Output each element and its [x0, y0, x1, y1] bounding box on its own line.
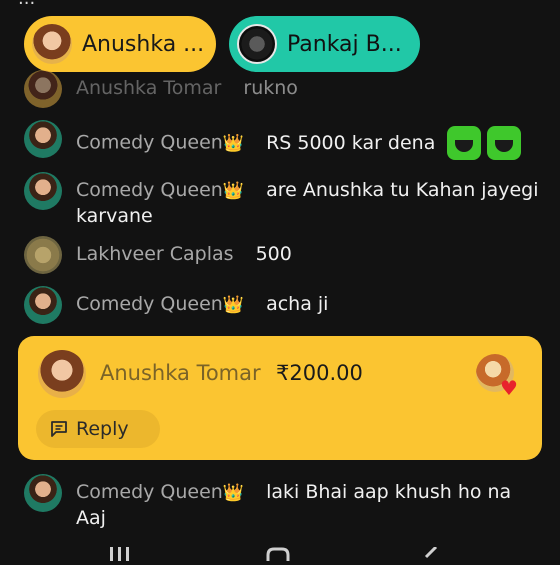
avatar [24, 474, 62, 512]
chat-username[interactable]: Lakhveer Caplas [76, 243, 234, 265]
partial-header-text: ... [18, 0, 35, 8]
chat-text: 500 [255, 243, 292, 265]
chat-message: Comedy Queen👑 laki Bhai aap khush ho na … [24, 474, 546, 531]
user-pill-anushka[interactable]: Anushka ... [24, 16, 216, 72]
user-pill-name: Pankaj B... [287, 31, 402, 57]
crown-icon: 👑 [222, 181, 245, 201]
avatar [24, 172, 62, 210]
chat-message: Comedy Queen👑 are Anushka tu Kahan jayeg… [24, 172, 546, 229]
user-avatar [237, 24, 277, 64]
laughing-emoji-icon [447, 126, 482, 160]
chat-username[interactable]: Comedy Queen [76, 293, 223, 315]
chat-username[interactable]: Anushka Tomar [76, 77, 221, 99]
reply-button[interactable]: Reply [36, 410, 160, 448]
chat-username[interactable]: Comedy Queen [76, 132, 223, 154]
chat-text: RS 5000 kar dena [266, 131, 436, 154]
crown-icon: 👑 [222, 133, 245, 154]
chat-message: Lakhveer Caplas 500 [24, 236, 546, 274]
chat-message: Anushka Tomar rukno [24, 70, 546, 108]
avatar [24, 120, 62, 158]
avatar [24, 286, 62, 324]
tip-card: Anushka Tomar ₹200.00 ♥ Reply [18, 336, 542, 460]
avatar [38, 350, 86, 398]
reply-label: Reply [76, 418, 129, 440]
user-avatar [32, 24, 72, 64]
chat-username[interactable]: Comedy Queen [76, 179, 223, 201]
chat-message: Comedy Queen👑 acha ji [24, 286, 546, 324]
home-icon[interactable] [264, 546, 292, 565]
crown-icon: 👑 [222, 483, 245, 503]
recent-apps-icon[interactable] [108, 546, 132, 565]
chat-text: acha ji [266, 293, 329, 315]
chat-text: rukno [243, 77, 298, 99]
tip-amount: ₹200.00 [276, 361, 363, 385]
laughing-emoji-icon [487, 126, 522, 160]
chat-username[interactable]: Comedy Queen [76, 481, 223, 503]
crown-icon: 👑 [222, 295, 245, 315]
heart-icon: ♥ [500, 376, 518, 400]
user-pill-name: Anushka ... [82, 31, 205, 57]
tip-username[interactable]: Anushka Tomar [100, 361, 261, 385]
chat-message: Comedy Queen👑 RS 5000 kar dena [24, 120, 546, 160]
avatar [24, 236, 62, 274]
reply-icon [50, 420, 68, 438]
back-icon[interactable] [420, 545, 440, 565]
avatar [24, 70, 62, 108]
user-pill-pankaj[interactable]: Pankaj B... [229, 16, 420, 72]
system-nav-bar [0, 540, 560, 561]
partial-header: ... [0, 0, 560, 8]
